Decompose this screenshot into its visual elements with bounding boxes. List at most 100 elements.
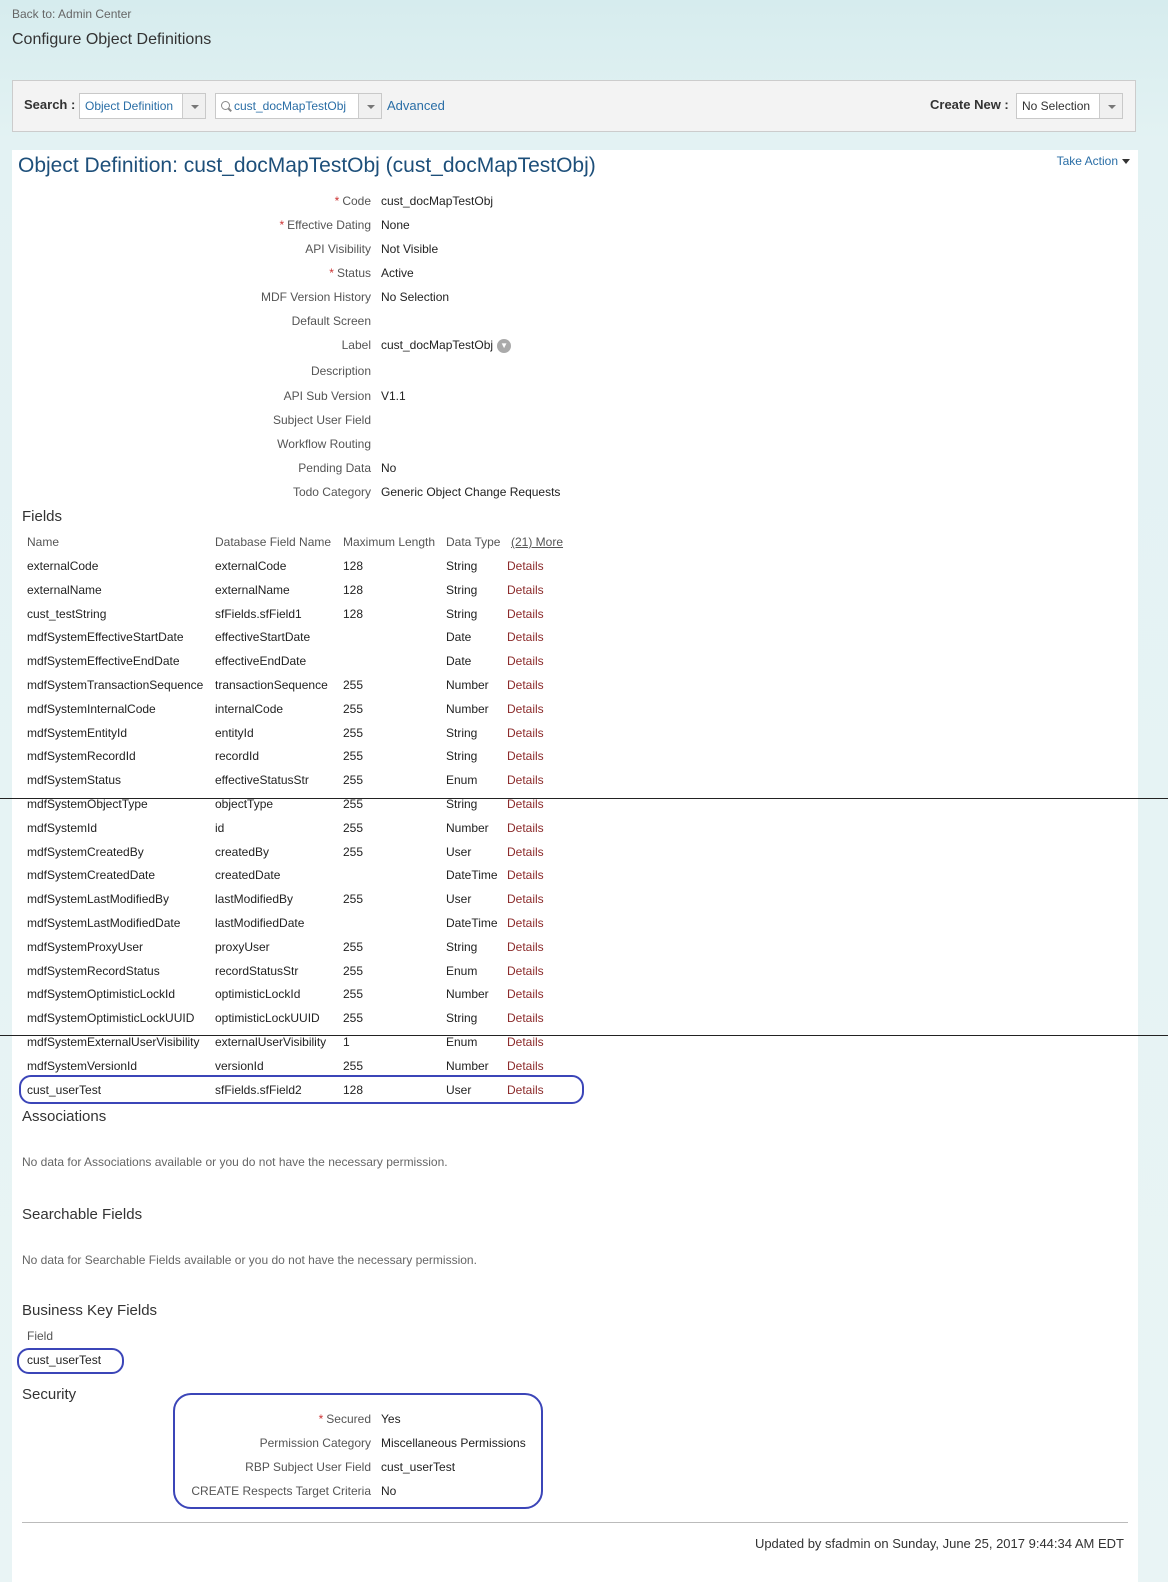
create-new-select[interactable]: No Selection bbox=[1016, 93, 1123, 119]
details-link[interactable]: Details bbox=[507, 1011, 544, 1025]
take-action-menu[interactable]: Take Action bbox=[1057, 154, 1130, 168]
property-label-text: Todo Category bbox=[292, 485, 371, 499]
maximum-length: 255 bbox=[343, 1011, 364, 1026]
more-columns-link[interactable]: (21) More bbox=[511, 535, 563, 549]
details-link[interactable]: Details bbox=[507, 726, 544, 740]
back-to-admin-center-link[interactable]: Back to: Admin Center bbox=[12, 7, 131, 21]
property-label: MDF Version History bbox=[261, 290, 371, 304]
database-field-name: optimisticLockId bbox=[215, 987, 301, 1002]
data-type: String bbox=[446, 725, 478, 740]
details-link[interactable]: Details bbox=[507, 1035, 544, 1049]
search-type-select[interactable]: Object Definition bbox=[79, 93, 206, 119]
property-label-text: API Sub Version bbox=[283, 389, 371, 403]
field-name: mdfSystemOptimisticLockId bbox=[27, 987, 176, 1002]
data-type: String bbox=[446, 797, 478, 811]
highlight-oval-business-key bbox=[17, 1348, 124, 1374]
property-label-text: MDF Version History bbox=[260, 290, 371, 304]
column-header: Database Field Name bbox=[215, 535, 332, 549]
database-field-name: externalUserVisibility bbox=[215, 1035, 327, 1049]
database-field-name: versionId bbox=[215, 1058, 264, 1073]
details-link[interactable]: Details bbox=[507, 797, 544, 811]
page-title: Configure Object Definitions bbox=[12, 31, 212, 48]
chevron-down-icon[interactable] bbox=[182, 94, 205, 118]
details-link[interactable]: Details bbox=[507, 654, 544, 668]
details-link[interactable]: Details bbox=[507, 987, 544, 1001]
property-value: cust_docMapTestObj bbox=[381, 194, 493, 208]
details-link[interactable]: Details bbox=[507, 916, 544, 930]
required-asterisk: * bbox=[279, 218, 285, 232]
business-key-column-header: Field bbox=[27, 1329, 54, 1343]
annotation-line bbox=[0, 798, 1168, 799]
property-value-text: None bbox=[381, 218, 410, 232]
property-label: * Effective Dating bbox=[280, 218, 372, 232]
details-link[interactable]: Details bbox=[507, 630, 544, 644]
data-type: String bbox=[446, 559, 478, 573]
search-query-value: cust_docMapTestObj bbox=[234, 99, 347, 113]
maximum-length: 255 bbox=[343, 797, 364, 811]
maximum-length: 128 bbox=[343, 606, 364, 621]
translation-icon[interactable]: ▼ bbox=[497, 338, 512, 353]
details-link[interactable]: Details bbox=[507, 678, 544, 692]
database-field-name: optimisticLockUUID bbox=[215, 1011, 320, 1026]
details-link[interactable]: Details bbox=[507, 702, 544, 716]
search-type-value: Object Definition bbox=[85, 99, 174, 113]
property-row: Todo Category Generic Object Change Reque… bbox=[12, 485, 712, 505]
searchable-fields-note: No data for Searchable Fields available … bbox=[22, 1253, 477, 1267]
maximum-length: 255 bbox=[343, 963, 364, 978]
database-field-name: effectiveEndDate bbox=[215, 654, 307, 669]
property-label: Subject User Field bbox=[273, 413, 371, 427]
search-input[interactable]: cust_docMapTestObj bbox=[215, 93, 382, 119]
required-asterisk: * bbox=[329, 266, 334, 280]
property-row: Workflow Routing bbox=[12, 437, 712, 457]
details-link[interactable]: Details bbox=[507, 964, 544, 978]
highlight-oval-field-row bbox=[19, 1075, 584, 1104]
maximum-length: 255 bbox=[343, 820, 364, 835]
property-label-text: Default Screen bbox=[291, 314, 371, 328]
chevron-down-icon[interactable] bbox=[358, 94, 381, 118]
property-value: None bbox=[381, 218, 410, 232]
property-row: API Sub Version V1.1 bbox=[12, 389, 712, 409]
details-link[interactable]: Details bbox=[507, 940, 544, 954]
property-label: Default Screen bbox=[292, 314, 371, 328]
property-value: Active bbox=[381, 266, 414, 280]
database-field-name: recordId bbox=[215, 749, 260, 764]
column-header: Maximum Length bbox=[343, 535, 436, 549]
details-link[interactable]: Details bbox=[507, 773, 544, 787]
maximum-length: 255 bbox=[343, 749, 364, 764]
property-row: * Effective Dating None bbox=[12, 218, 712, 238]
data-type: Enum bbox=[446, 963, 478, 978]
chevron-down-icon[interactable] bbox=[1099, 94, 1122, 118]
property-label-text: Subject User Field bbox=[272, 413, 371, 427]
highlight-oval-security bbox=[173, 1393, 543, 1509]
updated-by-text: Updated by sfadmin on Sunday, June 25, 2… bbox=[754, 1536, 1124, 1551]
footer-divider bbox=[22, 1522, 1128, 1523]
database-field-name: lastModifiedBy bbox=[215, 892, 294, 907]
details-link[interactable]: Details bbox=[507, 583, 544, 597]
details-link[interactable]: Details bbox=[507, 868, 544, 882]
database-field-name: externalCode bbox=[215, 559, 287, 573]
security-heading: Security bbox=[22, 1386, 77, 1403]
maximum-length: 255 bbox=[343, 987, 364, 1002]
annotation-line bbox=[0, 1035, 1168, 1036]
details-link[interactable]: Details bbox=[507, 1059, 544, 1073]
details-link[interactable]: Details bbox=[507, 821, 544, 835]
property-label: Label bbox=[342, 338, 371, 352]
property-value-text: cust_docMapTestObj bbox=[381, 338, 494, 352]
property-value-text: V1.1 bbox=[381, 389, 406, 403]
details-link[interactable]: Details bbox=[507, 607, 544, 621]
data-type: String bbox=[446, 582, 478, 597]
property-value: No bbox=[381, 461, 396, 475]
details-link[interactable]: Details bbox=[507, 892, 544, 906]
property-label: API Sub Version bbox=[284, 389, 371, 403]
database-field-name: internalCode bbox=[215, 701, 284, 716]
property-label: Todo Category bbox=[293, 485, 371, 499]
details-link[interactable]: Details bbox=[507, 845, 544, 859]
data-type: DateTime bbox=[446, 916, 498, 930]
details-link[interactable]: Details bbox=[507, 559, 544, 573]
database-field-name: createdDate bbox=[215, 868, 281, 883]
advanced-search-link[interactable]: Advanced bbox=[387, 98, 445, 113]
details-link[interactable]: Details bbox=[507, 749, 544, 763]
property-label-text: Description bbox=[310, 364, 371, 378]
database-field-name: effectiveStatusStr bbox=[215, 773, 309, 788]
property-value-text: Generic Object Change Requests bbox=[381, 485, 561, 499]
